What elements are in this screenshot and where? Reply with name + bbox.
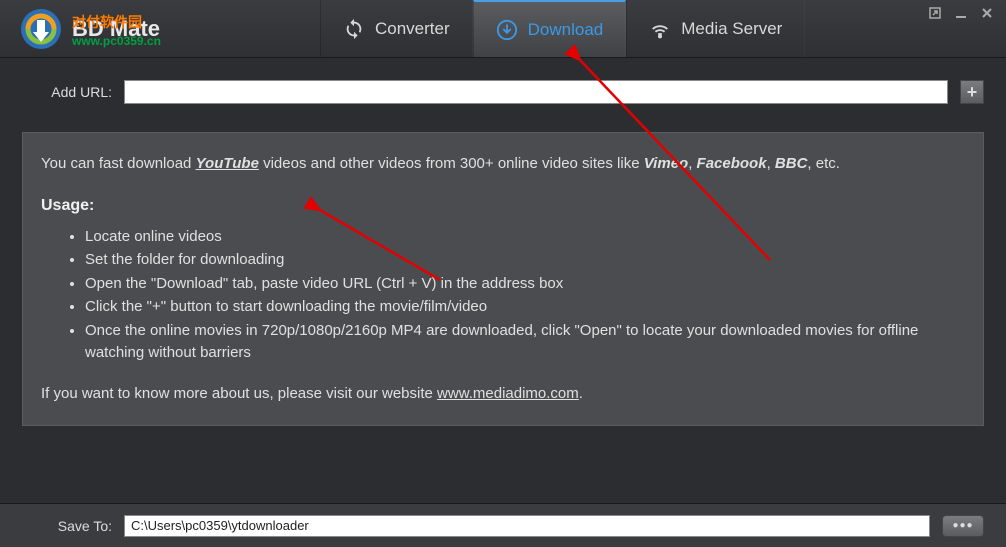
intro-text: You can fast download YouTube videos and…	[41, 153, 965, 176]
save-label: Save To:	[22, 518, 112, 534]
minimize-icon[interactable]	[954, 6, 968, 20]
wifi-icon	[649, 18, 671, 40]
url-input[interactable]	[124, 80, 948, 104]
popout-icon[interactable]	[928, 6, 942, 20]
list-item: Locate online videos	[85, 226, 965, 249]
save-row: Save To: ●●●	[0, 503, 1006, 547]
browse-button[interactable]: ●●●	[942, 515, 984, 537]
ellipsis-icon: ●●●	[952, 520, 973, 531]
tab-converter[interactable]: Converter	[320, 0, 473, 57]
list-item: Click the "+" button to start downloadin…	[85, 296, 965, 319]
tab-media-server[interactable]: Media Server	[626, 0, 805, 57]
tab-download-label: Download	[528, 20, 604, 40]
titlebar: BD Mate 对付软件园 www.pc0359.cn Converter Do…	[0, 0, 1006, 58]
info-panel: You can fast download YouTube videos and…	[22, 132, 984, 426]
app-title: BD Mate 对付软件园 www.pc0359.cn	[72, 16, 160, 42]
list-item: Open the "Download" tab, paste video URL…	[85, 273, 965, 296]
window-controls	[928, 6, 994, 20]
list-item: Once the online movies in 720p/1080p/216…	[85, 320, 965, 365]
tab-converter-label: Converter	[375, 19, 450, 39]
close-icon[interactable]	[980, 6, 994, 20]
watermark-url: www.pc0359.cn	[72, 34, 161, 48]
url-label: Add URL:	[22, 84, 112, 100]
app-logo-icon	[18, 6, 64, 52]
plus-icon: +	[967, 82, 978, 103]
refresh-icon	[343, 18, 365, 40]
usage-title: Usage:	[41, 194, 965, 218]
footer-text: If you want to know more about us, pleas…	[41, 383, 965, 406]
main-tabs: Converter Download Media Server	[320, 0, 805, 57]
list-item: Set the folder for downloading	[85, 249, 965, 272]
tab-download[interactable]: Download	[473, 0, 627, 57]
add-button[interactable]: +	[960, 80, 984, 104]
save-path-input[interactable]	[124, 515, 930, 537]
website-link[interactable]: www.mediadimo.com	[437, 385, 579, 402]
watermark-text: 对付软件园	[72, 12, 142, 32]
url-row: Add URL: +	[0, 58, 1006, 114]
tab-media-server-label: Media Server	[681, 19, 782, 39]
download-icon	[496, 19, 518, 41]
usage-list: Locate online videos Set the folder for …	[41, 226, 965, 365]
logo-area: BD Mate 对付软件园 www.pc0359.cn	[0, 6, 300, 52]
